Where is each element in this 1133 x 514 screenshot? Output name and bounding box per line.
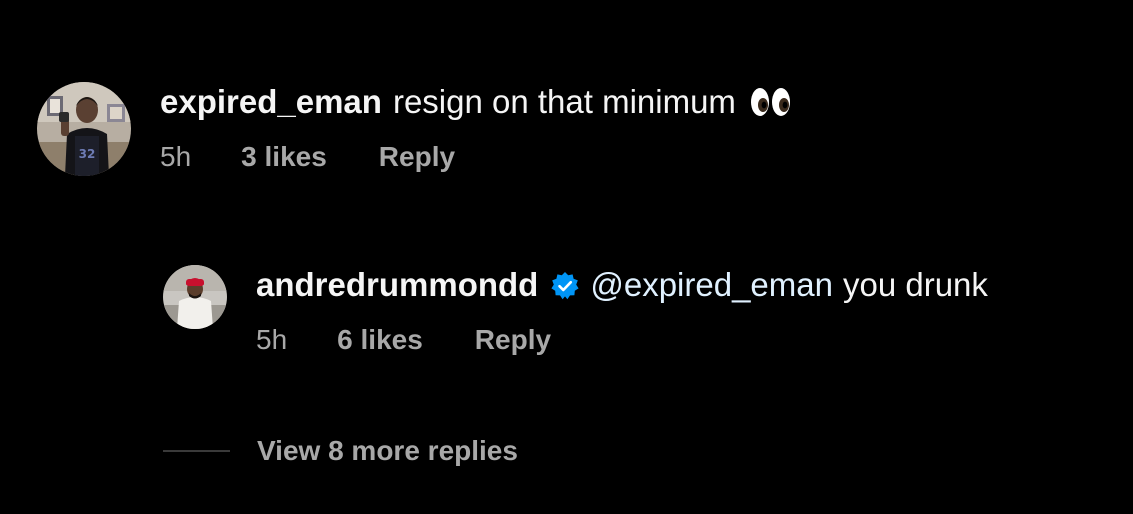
reply-text: you drunk xyxy=(842,266,988,303)
reply-item: andredrummondd @expired_eman you drunk 5… xyxy=(163,265,988,357)
comment-meta: 5h 3 likes Reply xyxy=(160,140,792,174)
comment-body: expired_eman resign on that minimum 5h 3… xyxy=(160,82,792,174)
view-more-replies-button[interactable]: View 8 more replies xyxy=(163,433,518,469)
comment-line: expired_eman resign on that minimum xyxy=(160,82,792,122)
reply-line: andredrummondd @expired_eman you drunk xyxy=(256,265,988,305)
likes-count-button[interactable]: 6 likes xyxy=(337,323,423,357)
likes-count-button[interactable]: 3 likes xyxy=(241,140,327,174)
view-more-replies-label[interactable]: View 8 more replies xyxy=(257,433,518,469)
avatar[interactable] xyxy=(163,265,227,329)
verified-badge-icon xyxy=(550,270,580,300)
comment-text: resign on that minimum xyxy=(392,83,736,120)
reply-body: andredrummondd @expired_eman you drunk 5… xyxy=(256,265,988,357)
reply-button[interactable]: Reply xyxy=(475,323,551,357)
divider-line xyxy=(163,450,230,452)
comment-item: 32 expired_eman resign on that minimum 5… xyxy=(37,82,792,176)
comment-username[interactable]: expired_eman xyxy=(160,82,382,122)
avatar[interactable]: 32 xyxy=(37,82,131,176)
comment-time: 5h xyxy=(160,141,192,172)
reply-button[interactable]: Reply xyxy=(379,140,455,174)
reply-time: 5h xyxy=(256,324,288,355)
mention-link[interactable]: @expired_eman xyxy=(590,265,833,305)
eyes-emoji-icon xyxy=(750,86,792,118)
svg-text:32: 32 xyxy=(79,147,96,161)
reply-meta: 5h 6 likes Reply xyxy=(256,323,988,357)
reply-username[interactable]: andredrummondd xyxy=(256,265,538,305)
